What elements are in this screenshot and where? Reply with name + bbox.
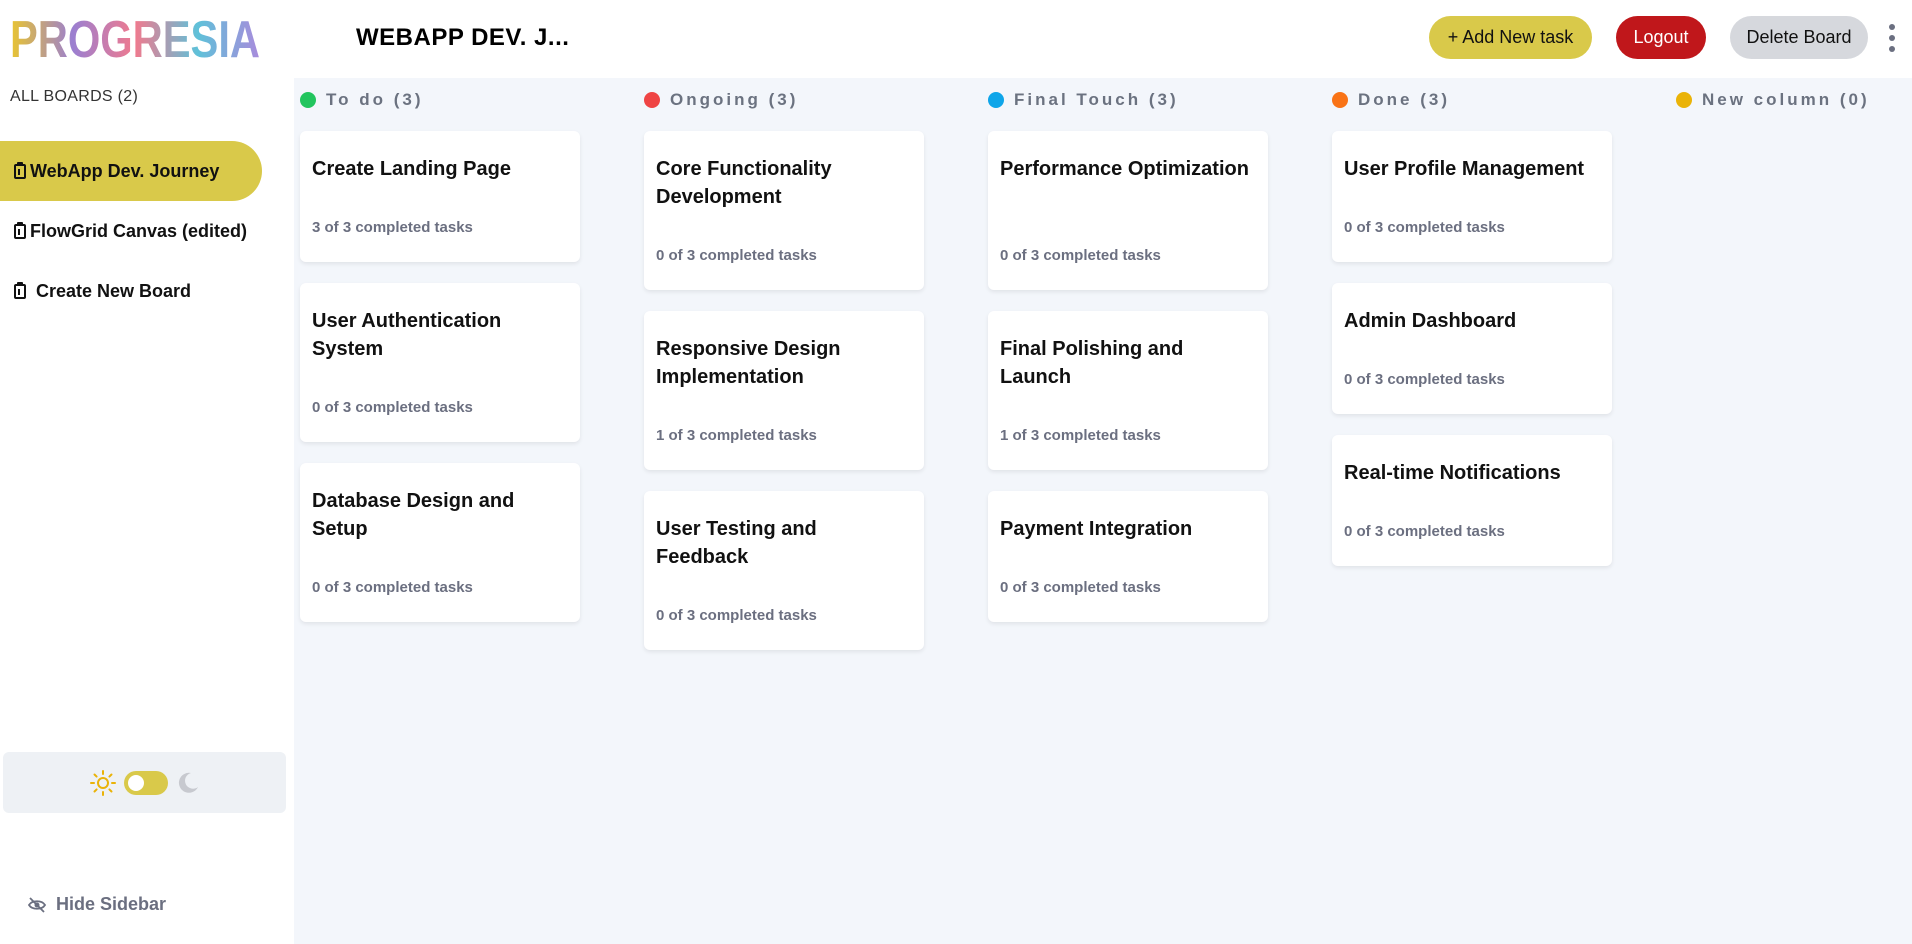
subtask-progress: 0 of 3 completed tasks: [312, 579, 473, 596]
eye-slash-icon: [28, 896, 46, 913]
task-card[interactable]: User Testing and Feedback 0 of 3 complet…: [644, 491, 924, 650]
subtask-progress: 0 of 3 completed tasks: [1344, 219, 1505, 236]
create-new-board-label: Create New Board: [36, 280, 192, 301]
more-options-icon[interactable]: [1885, 24, 1899, 52]
task-title: Final Polishing and Launch: [1000, 338, 1184, 388]
column-title: Final Touch (3): [1014, 90, 1179, 109]
task-card[interactable]: Performance Optimization 0 of 3 complete…: [988, 131, 1268, 290]
sidebar-item-label: WebApp Dev. Journey: [30, 160, 220, 181]
column-color-dot: [1676, 92, 1692, 108]
page-title: WEBAPP DEV. J...: [356, 24, 570, 51]
sidebar-item-flowgrid-canvas[interactable]: FlowGrid Canvas (edited): [0, 201, 262, 261]
create-new-board-button[interactable]: Create New Board: [0, 261, 262, 321]
board-icon: [14, 221, 26, 239]
theme-switcher: [3, 752, 286, 813]
column-header: New column (0): [1676, 90, 1870, 110]
sidebar: ALL BOARDS (2) WebApp Dev. Journey FlowG…: [0, 78, 294, 944]
column-title: New column (0): [1702, 90, 1870, 109]
task-card[interactable]: Admin Dashboard 0 of 3 completed tasks: [1332, 283, 1612, 414]
sidebar-item-label: FlowGrid Canvas (edited): [30, 220, 248, 241]
task-title: User Authentication System: [312, 310, 502, 360]
task-card[interactable]: Final Polishing and Launch 1 of 3 comple…: [988, 311, 1268, 470]
column-title: To do (3): [326, 90, 424, 109]
task-card[interactable]: Payment Integration 0 of 3 completed tas…: [988, 491, 1268, 622]
task-card[interactable]: Core Functionality Development 0 of 3 co…: [644, 131, 924, 290]
task-card[interactable]: User Authentication System 0 of 3 comple…: [300, 283, 580, 442]
task-title: Performance Optimization: [1000, 158, 1249, 180]
column-header: Final Touch (3): [988, 90, 1179, 110]
all-boards-label: ALL BOARDS (2): [10, 88, 139, 105]
logout-button[interactable]: Logout: [1616, 16, 1706, 59]
delete-board-button[interactable]: Delete Board: [1730, 16, 1868, 59]
task-title: Admin Dashboard: [1344, 310, 1517, 332]
moon-icon: [178, 772, 198, 793]
task-title: Create Landing Page: [312, 158, 511, 180]
hide-sidebar-label: Hide Sidebar: [56, 894, 167, 914]
task-card[interactable]: Database Design and Setup 0 of 3 complet…: [300, 463, 580, 622]
board-icon: [14, 281, 26, 299]
board-icon: [14, 161, 26, 179]
subtask-progress: 0 of 3 completed tasks: [1000, 247, 1161, 264]
column-title: Done (3): [1358, 90, 1450, 109]
add-new-task-button[interactable]: + Add New task: [1429, 16, 1592, 59]
task-title: User Profile Management: [1344, 158, 1585, 180]
hide-sidebar-button[interactable]: Hide Sidebar: [28, 894, 166, 915]
subtask-progress: 0 of 3 completed tasks: [312, 399, 473, 416]
top-bar: PROGRESIA WEBAPP DEV. J... + Add New tas…: [0, 0, 1912, 78]
task-card[interactable]: User Profile Management 0 of 3 completed…: [1332, 131, 1612, 262]
subtask-progress: 0 of 3 completed tasks: [1344, 523, 1505, 540]
column-color-dot: [988, 92, 1004, 108]
subtask-progress: 3 of 3 completed tasks: [312, 219, 473, 236]
column-color-dot: [300, 92, 316, 108]
task-title: Database Design and Setup: [312, 490, 515, 540]
theme-toggle[interactable]: [123, 770, 168, 795]
column-header: To do (3): [300, 90, 424, 110]
task-title: Core Functionality Development: [656, 158, 832, 208]
sidebar-item-webapp-dev-journey[interactable]: WebApp Dev. Journey: [0, 141, 262, 201]
column-title: Ongoing (3): [670, 90, 799, 109]
progresia-logo[interactable]: PROGRESIA: [10, 12, 260, 64]
task-title: User Testing and Feedback: [656, 518, 817, 568]
subtask-progress: 0 of 3 completed tasks: [656, 607, 817, 624]
subtask-progress: 0 of 3 completed tasks: [1000, 579, 1161, 596]
column-header: Done (3): [1332, 90, 1450, 110]
task-card[interactable]: Real-time Notifications 0 of 3 completed…: [1332, 435, 1612, 566]
column-color-dot: [1332, 92, 1348, 108]
logo-text: PROGRESIA: [10, 12, 260, 64]
task-title: Responsive Design Implementation: [656, 338, 841, 388]
task-title: Real-time Notifications: [1344, 462, 1561, 484]
board-area: To do (3) Create Landing Page 3 of 3 com…: [294, 78, 1912, 944]
sun-icon: [89, 769, 116, 796]
column-header: Ongoing (3): [644, 90, 798, 110]
subtask-progress: 1 of 3 completed tasks: [656, 427, 817, 444]
subtask-progress: 1 of 3 completed tasks: [1000, 427, 1161, 444]
task-title: Payment Integration: [1000, 518, 1193, 540]
task-card[interactable]: Responsive Design Implementation 1 of 3 …: [644, 311, 924, 470]
subtask-progress: 0 of 3 completed tasks: [656, 247, 817, 264]
task-card[interactable]: Create Landing Page 3 of 3 completed tas…: [300, 131, 580, 262]
column-color-dot: [644, 92, 660, 108]
subtask-progress: 0 of 3 completed tasks: [1344, 371, 1505, 388]
